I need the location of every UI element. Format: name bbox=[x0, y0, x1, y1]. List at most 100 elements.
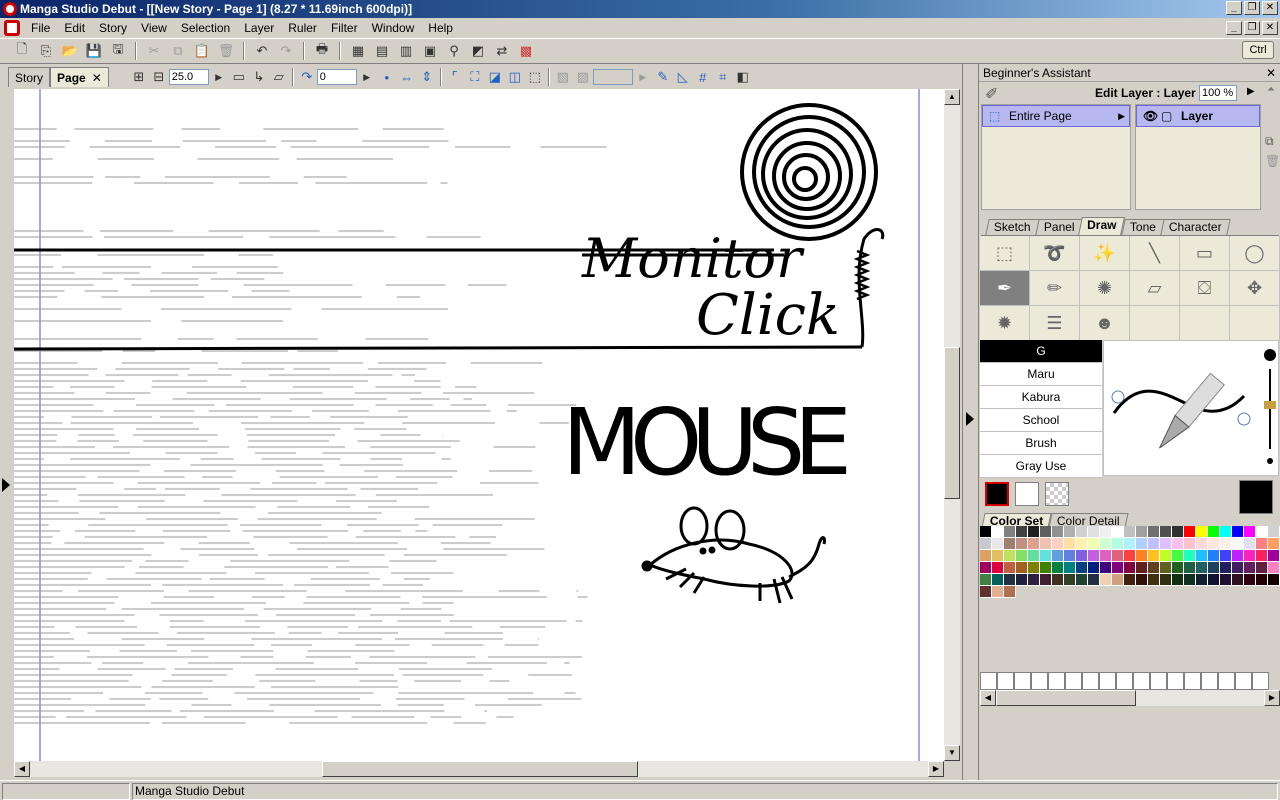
rotate-input[interactable]: 0 bbox=[316, 69, 357, 85]
rect-marquee-icon[interactable]: ⬚ bbox=[980, 236, 1030, 271]
scroll-up-icon[interactable]: ▲ bbox=[944, 89, 960, 105]
color-swatch[interactable] bbox=[1232, 574, 1244, 586]
color-swatch[interactable] bbox=[1016, 538, 1028, 550]
custom-color-slot[interactable] bbox=[997, 672, 1014, 690]
ruler-icon[interactable]: ◪ bbox=[485, 67, 505, 87]
color-swatch[interactable] bbox=[1196, 574, 1208, 586]
color-swatch[interactable] bbox=[1052, 562, 1064, 574]
color-swatch[interactable] bbox=[1088, 550, 1100, 562]
color-swatch[interactable] bbox=[1160, 574, 1172, 586]
color-swatch[interactable] bbox=[1040, 562, 1052, 574]
color-swatch[interactable] bbox=[1196, 526, 1208, 538]
pattern-brush-icon[interactable]: ✹ bbox=[980, 306, 1030, 341]
scroll-left-icon[interactable]: ◀ bbox=[14, 761, 30, 777]
zoom-out-icon[interactable]: ⊟ bbox=[149, 67, 169, 87]
new-page-icon[interactable]: ⎘ bbox=[36, 41, 56, 61]
color-swatch[interactable] bbox=[1112, 538, 1124, 550]
move-icon[interactable]: ✥ bbox=[1230, 271, 1280, 306]
color-swatch[interactable] bbox=[1220, 550, 1232, 562]
selection-view-icon[interactable]: ⬚ bbox=[525, 67, 545, 87]
color-swatch[interactable] bbox=[1136, 574, 1148, 586]
save-all-icon[interactable]: 🖫 bbox=[108, 41, 128, 61]
color-swatch[interactable] bbox=[1232, 550, 1244, 562]
color-swatch[interactable] bbox=[1172, 526, 1184, 538]
color-swatch[interactable] bbox=[1220, 574, 1232, 586]
color-swatch[interactable] bbox=[1040, 550, 1052, 562]
tab-page[interactable]: Page ✕ bbox=[50, 67, 109, 87]
color-swatch[interactable] bbox=[980, 538, 992, 550]
cut-icon[interactable]: ✂ bbox=[144, 41, 164, 61]
doc-close-button[interactable]: ✕ bbox=[1262, 21, 1278, 35]
custom-color-slot[interactable] bbox=[1252, 672, 1269, 690]
color-swatch[interactable] bbox=[1256, 526, 1268, 538]
sync-icon[interactable]: ⇄ bbox=[492, 41, 512, 61]
color-swatch[interactable] bbox=[1076, 562, 1088, 574]
color-swatch[interactable] bbox=[1268, 562, 1280, 574]
color-swatch[interactable] bbox=[1172, 574, 1184, 586]
color-swatch[interactable] bbox=[1196, 562, 1208, 574]
redo-icon[interactable]: ↷ bbox=[276, 41, 296, 61]
color-swatch[interactable] bbox=[1016, 574, 1028, 586]
layer-palette-icon[interactable]: ▤ bbox=[372, 41, 392, 61]
panel-splitter[interactable] bbox=[962, 64, 978, 780]
custom-color-slot[interactable] bbox=[1167, 672, 1184, 690]
color-swatch[interactable] bbox=[1100, 574, 1112, 586]
palette-scrollbar[interactable]: ◀ ▶ bbox=[980, 690, 1280, 706]
color-swatch[interactable] bbox=[1148, 574, 1160, 586]
new-layer-icon[interactable]: ⧉ bbox=[1265, 134, 1274, 149]
close-button[interactable]: ✕ bbox=[1262, 1, 1278, 15]
rectangle-tool-icon[interactable]: ▭ bbox=[1180, 236, 1230, 271]
transparency-icon[interactable]: ▨ bbox=[573, 67, 593, 87]
color-swatch[interactable] bbox=[1064, 526, 1076, 538]
zoom-in-icon[interactable]: ⊞ bbox=[129, 67, 149, 87]
color-swatch[interactable] bbox=[1268, 550, 1280, 562]
new-story-icon[interactable]: 🗋 bbox=[12, 41, 32, 61]
menu-story[interactable]: Story bbox=[92, 18, 134, 38]
lasso-icon[interactable]: ➰ bbox=[1030, 236, 1080, 271]
color-swatch[interactable] bbox=[1076, 574, 1088, 586]
color-swatch[interactable] bbox=[1028, 562, 1040, 574]
pen-item-kabura[interactable]: Kabura bbox=[980, 386, 1102, 409]
horizontal-scroll-thumb[interactable] bbox=[322, 761, 638, 777]
color-swatch[interactable] bbox=[992, 550, 1004, 562]
tab-story[interactable]: Story bbox=[8, 67, 51, 87]
grid-snap-icon[interactable]: ⌗ bbox=[713, 67, 733, 87]
color-swatch[interactable] bbox=[1100, 526, 1112, 538]
character-icon[interactable]: ☻ bbox=[1080, 306, 1130, 341]
color-swatch[interactable] bbox=[1268, 538, 1280, 550]
close-tab-icon[interactable]: ✕ bbox=[92, 71, 102, 85]
reset-rotation-icon[interactable]: • bbox=[377, 67, 397, 87]
menu-filter[interactable]: Filter bbox=[324, 18, 365, 38]
color-swatch[interactable] bbox=[1148, 550, 1160, 562]
undo-icon[interactable]: ↶ bbox=[252, 41, 272, 61]
color-swatch[interactable] bbox=[1220, 526, 1232, 538]
transparent-swatch[interactable] bbox=[1045, 482, 1069, 506]
copy-icon[interactable]: ⧉ bbox=[168, 41, 188, 61]
menu-edit[interactable]: Edit bbox=[57, 18, 92, 38]
pencil-icon[interactable]: ✏ bbox=[1030, 271, 1080, 306]
menu-selection[interactable]: Selection bbox=[174, 18, 237, 38]
color-swatch[interactable] bbox=[1112, 574, 1124, 586]
flip-horizontal-icon[interactable]: ⇔ bbox=[397, 67, 417, 87]
color-swatch[interactable] bbox=[1268, 526, 1280, 538]
color-swatch[interactable] bbox=[1004, 550, 1016, 562]
triangle-ruler-icon[interactable]: ◺ bbox=[673, 67, 693, 87]
line-tool-icon[interactable]: ╲ bbox=[1130, 236, 1180, 271]
color-swatch[interactable] bbox=[1232, 526, 1244, 538]
grid-icon[interactable]: # bbox=[693, 67, 713, 87]
doc-restore-button[interactable]: ❐ bbox=[1244, 21, 1260, 35]
navigator-icon[interactable]: ▦ bbox=[348, 41, 368, 61]
color-swatch[interactable] bbox=[1256, 550, 1268, 562]
magic-wand-icon[interactable]: ✨ bbox=[1080, 236, 1130, 271]
custom-color-slot[interactable] bbox=[1014, 672, 1031, 690]
collapse-panel-icon[interactable] bbox=[966, 412, 974, 426]
tone-view-icon[interactable]: ▧ bbox=[553, 67, 573, 87]
color-swatch[interactable] bbox=[1184, 538, 1196, 550]
pen-item-brush[interactable]: Brush bbox=[980, 432, 1102, 455]
custom-color-slot[interactable] bbox=[980, 672, 997, 690]
color-swatch[interactable] bbox=[1160, 538, 1172, 550]
ctrl-button[interactable]: Ctrl bbox=[1242, 41, 1274, 59]
panel-close-icon[interactable]: ✕ bbox=[1266, 64, 1276, 82]
guide-icon[interactable]: ◫ bbox=[505, 67, 525, 87]
color-swatch[interactable] bbox=[1244, 574, 1256, 586]
